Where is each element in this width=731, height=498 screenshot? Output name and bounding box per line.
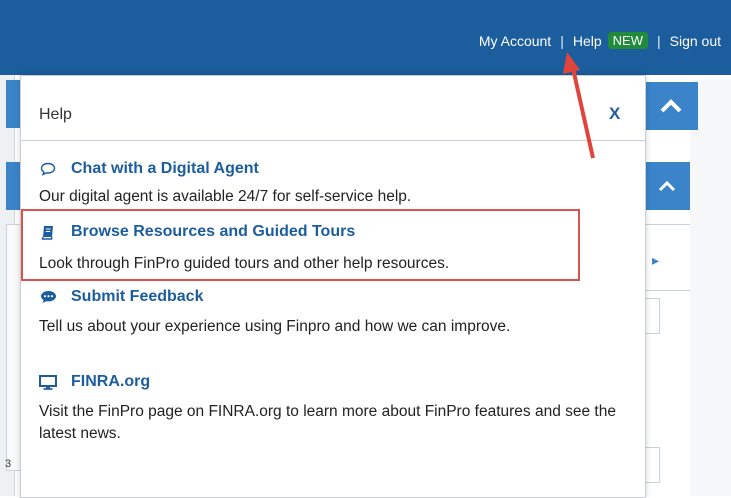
monitor-icon [39,374,57,390]
help-popup-header: Help X [21,76,645,141]
help-item-description: Look through FinPro guided tours and oth… [39,255,450,272]
help-item-title: Browse Resources and Guided Tours [71,223,356,240]
chevron-up-icon [658,180,676,192]
collapse-up-button[interactable] [644,162,690,210]
help-popup-title: Help [39,106,72,123]
background-right-column [690,80,731,496]
help-link[interactable]: Help [573,33,602,49]
top-navigation: My Account | Help NEW | Sign out [479,32,721,49]
help-item-title: FINRA.org [71,373,151,390]
help-popup: Help X Chat with a Digital Agent Our dig… [20,75,646,498]
close-button[interactable]: X [609,104,620,124]
background-field [644,298,660,334]
caret-right-icon: ▸ [652,252,660,268]
nav-separator: | [656,32,661,49]
new-badge: NEW [607,32,648,49]
browse-resources-link[interactable]: Browse Resources and Guided Tours [39,223,355,241]
book-icon [39,224,57,240]
background-divider [644,290,690,291]
chat-bubble-icon [39,161,57,177]
background-blue-tab [6,80,20,128]
help-item-description: Tell us about your experience using Finp… [39,318,511,335]
background-divider [644,224,690,225]
background-field [644,447,660,483]
collapse-up-button[interactable] [644,82,698,130]
nav-separator: | [560,32,564,49]
help-item-description: Visit the FinPro page on FINRA.org to le… [39,403,616,442]
finra-org-link[interactable]: FINRA.org [39,373,150,391]
chat-with-agent-link[interactable]: Chat with a Digital Agent [39,160,259,178]
help-item-title: Chat with a Digital Agent [71,160,259,177]
chevron-up-icon [660,99,682,113]
help-item-description: Our digital agent is available 24/7 for … [39,188,412,205]
background-blue-tab [6,162,20,210]
top-header-bar: My Account | Help NEW | Sign out [0,0,731,75]
help-item-title: Submit Feedback [71,288,204,305]
submit-feedback-link[interactable]: Submit Feedback [39,288,203,306]
sign-out-link[interactable]: Sign out [670,33,721,49]
my-account-link[interactable]: My Account [479,33,551,49]
background-number: 3 [5,458,12,470]
comment-icon [39,289,57,305]
